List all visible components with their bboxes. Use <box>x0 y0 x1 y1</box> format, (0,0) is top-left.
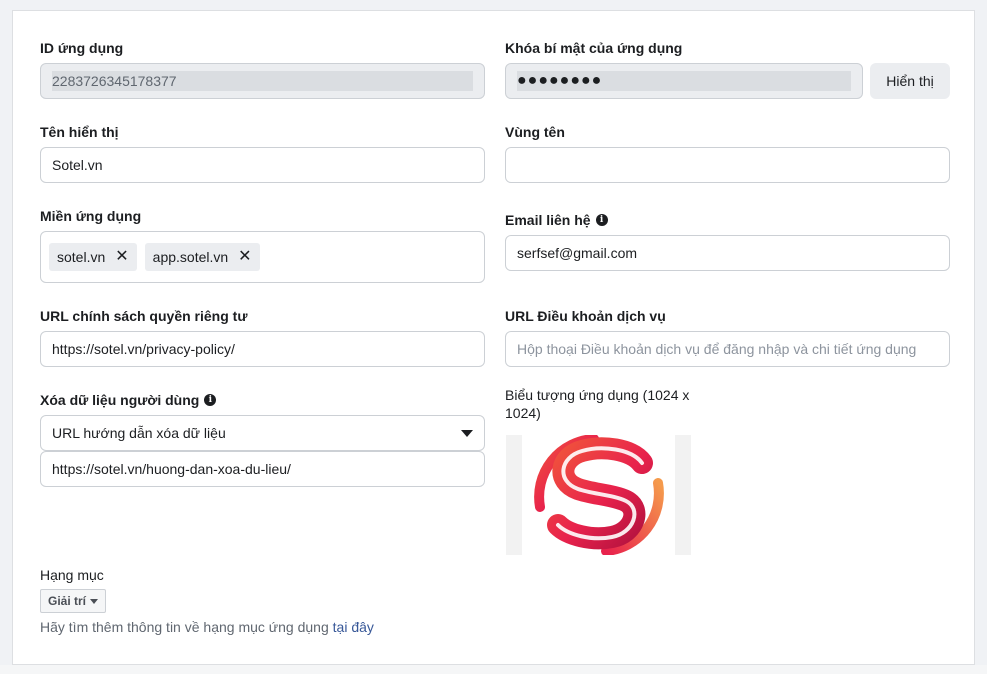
app-id-value: 2283726345178377 <box>52 71 473 91</box>
app-icon-upload[interactable] <box>506 435 691 555</box>
show-secret-button[interactable]: Hiển thị <box>870 63 950 99</box>
close-icon[interactable]: ✕ <box>238 249 251 265</box>
display-name-input[interactable]: Sotel.vn <box>40 147 485 183</box>
contact-email-label: Email liên hệ i <box>505 212 608 228</box>
app-secret-value: ●●●●●●●● <box>517 71 851 91</box>
data-deletion-select-value: URL hướng dẫn xóa dữ liệu <box>52 425 226 441</box>
category-value: Giải trí <box>48 594 87 608</box>
app-domains-input[interactable]: sotel.vn ✕ app.sotel.vn ✕ <box>40 231 485 283</box>
tos-url-placeholder: Hộp thoại Điều khoản dịch vụ để đăng nhậ… <box>517 341 917 357</box>
app-secret-label: Khóa bí mật của ứng dụng <box>505 40 683 56</box>
contact-email-value: serfsef@gmail.com <box>517 245 638 261</box>
app-logo-icon <box>534 435 664 555</box>
domain-tag: sotel.vn ✕ <box>49 243 137 271</box>
namespace-label: Vùng tên <box>505 124 565 140</box>
caret-down-icon <box>90 598 99 604</box>
category-label: Hạng mục <box>40 567 104 583</box>
domain-tag-label: sotel.vn <box>57 249 106 265</box>
data-deletion-label: Xóa dữ liệu người dùng i <box>40 392 217 408</box>
app-icon-label: Biểu tượng ứng dụng (1024 x 1024) <box>505 387 690 421</box>
privacy-url-value: https://sotel.vn/privacy-policy/ <box>52 341 235 357</box>
contact-email-input[interactable]: serfsef@gmail.com <box>505 235 950 271</box>
app-id-label: ID ứng dụng <box>40 40 124 56</box>
category-help-text: Hãy tìm thêm thông tin về hạng mục ứng d… <box>40 619 374 635</box>
domain-tag: app.sotel.vn ✕ <box>144 243 260 271</box>
info-icon[interactable]: i <box>204 394 217 406</box>
data-deletion-url-value: https://sotel.vn/huong-dan-xoa-du-lieu/ <box>52 461 291 477</box>
namespace-input[interactable] <box>505 147 950 183</box>
privacy-url-input[interactable]: https://sotel.vn/privacy-policy/ <box>40 331 485 367</box>
close-icon[interactable]: ✕ <box>115 249 128 265</box>
display-name-label: Tên hiển thị <box>40 124 119 140</box>
info-icon[interactable]: i <box>595 214 608 226</box>
bottom-strip <box>0 665 987 674</box>
privacy-url-label: URL chính sách quyền riêng tư <box>40 308 248 324</box>
app-secret-field[interactable]: ●●●●●●●● <box>505 63 863 99</box>
tos-url-input[interactable]: Hộp thoại Điều khoản dịch vụ để đăng nhậ… <box>505 331 950 367</box>
app-id-field[interactable]: 2283726345178377 <box>40 63 485 99</box>
category-dropdown-button[interactable]: Giải trí <box>40 589 107 613</box>
domain-tag-label: app.sotel.vn <box>152 249 229 265</box>
tos-url-label: URL Điều khoản dịch vụ <box>505 308 666 324</box>
caret-down-icon <box>461 429 473 437</box>
category-help-link[interactable]: tại đây <box>333 619 374 635</box>
app-domains-label: Miền ứng dụng <box>40 208 142 224</box>
app-icon-canvas <box>522 435 675 555</box>
data-deletion-select[interactable]: URL hướng dẫn xóa dữ liệu <box>40 415 485 451</box>
display-name-value: Sotel.vn <box>52 157 103 173</box>
data-deletion-url-input[interactable]: https://sotel.vn/huong-dan-xoa-du-lieu/ <box>40 451 485 487</box>
